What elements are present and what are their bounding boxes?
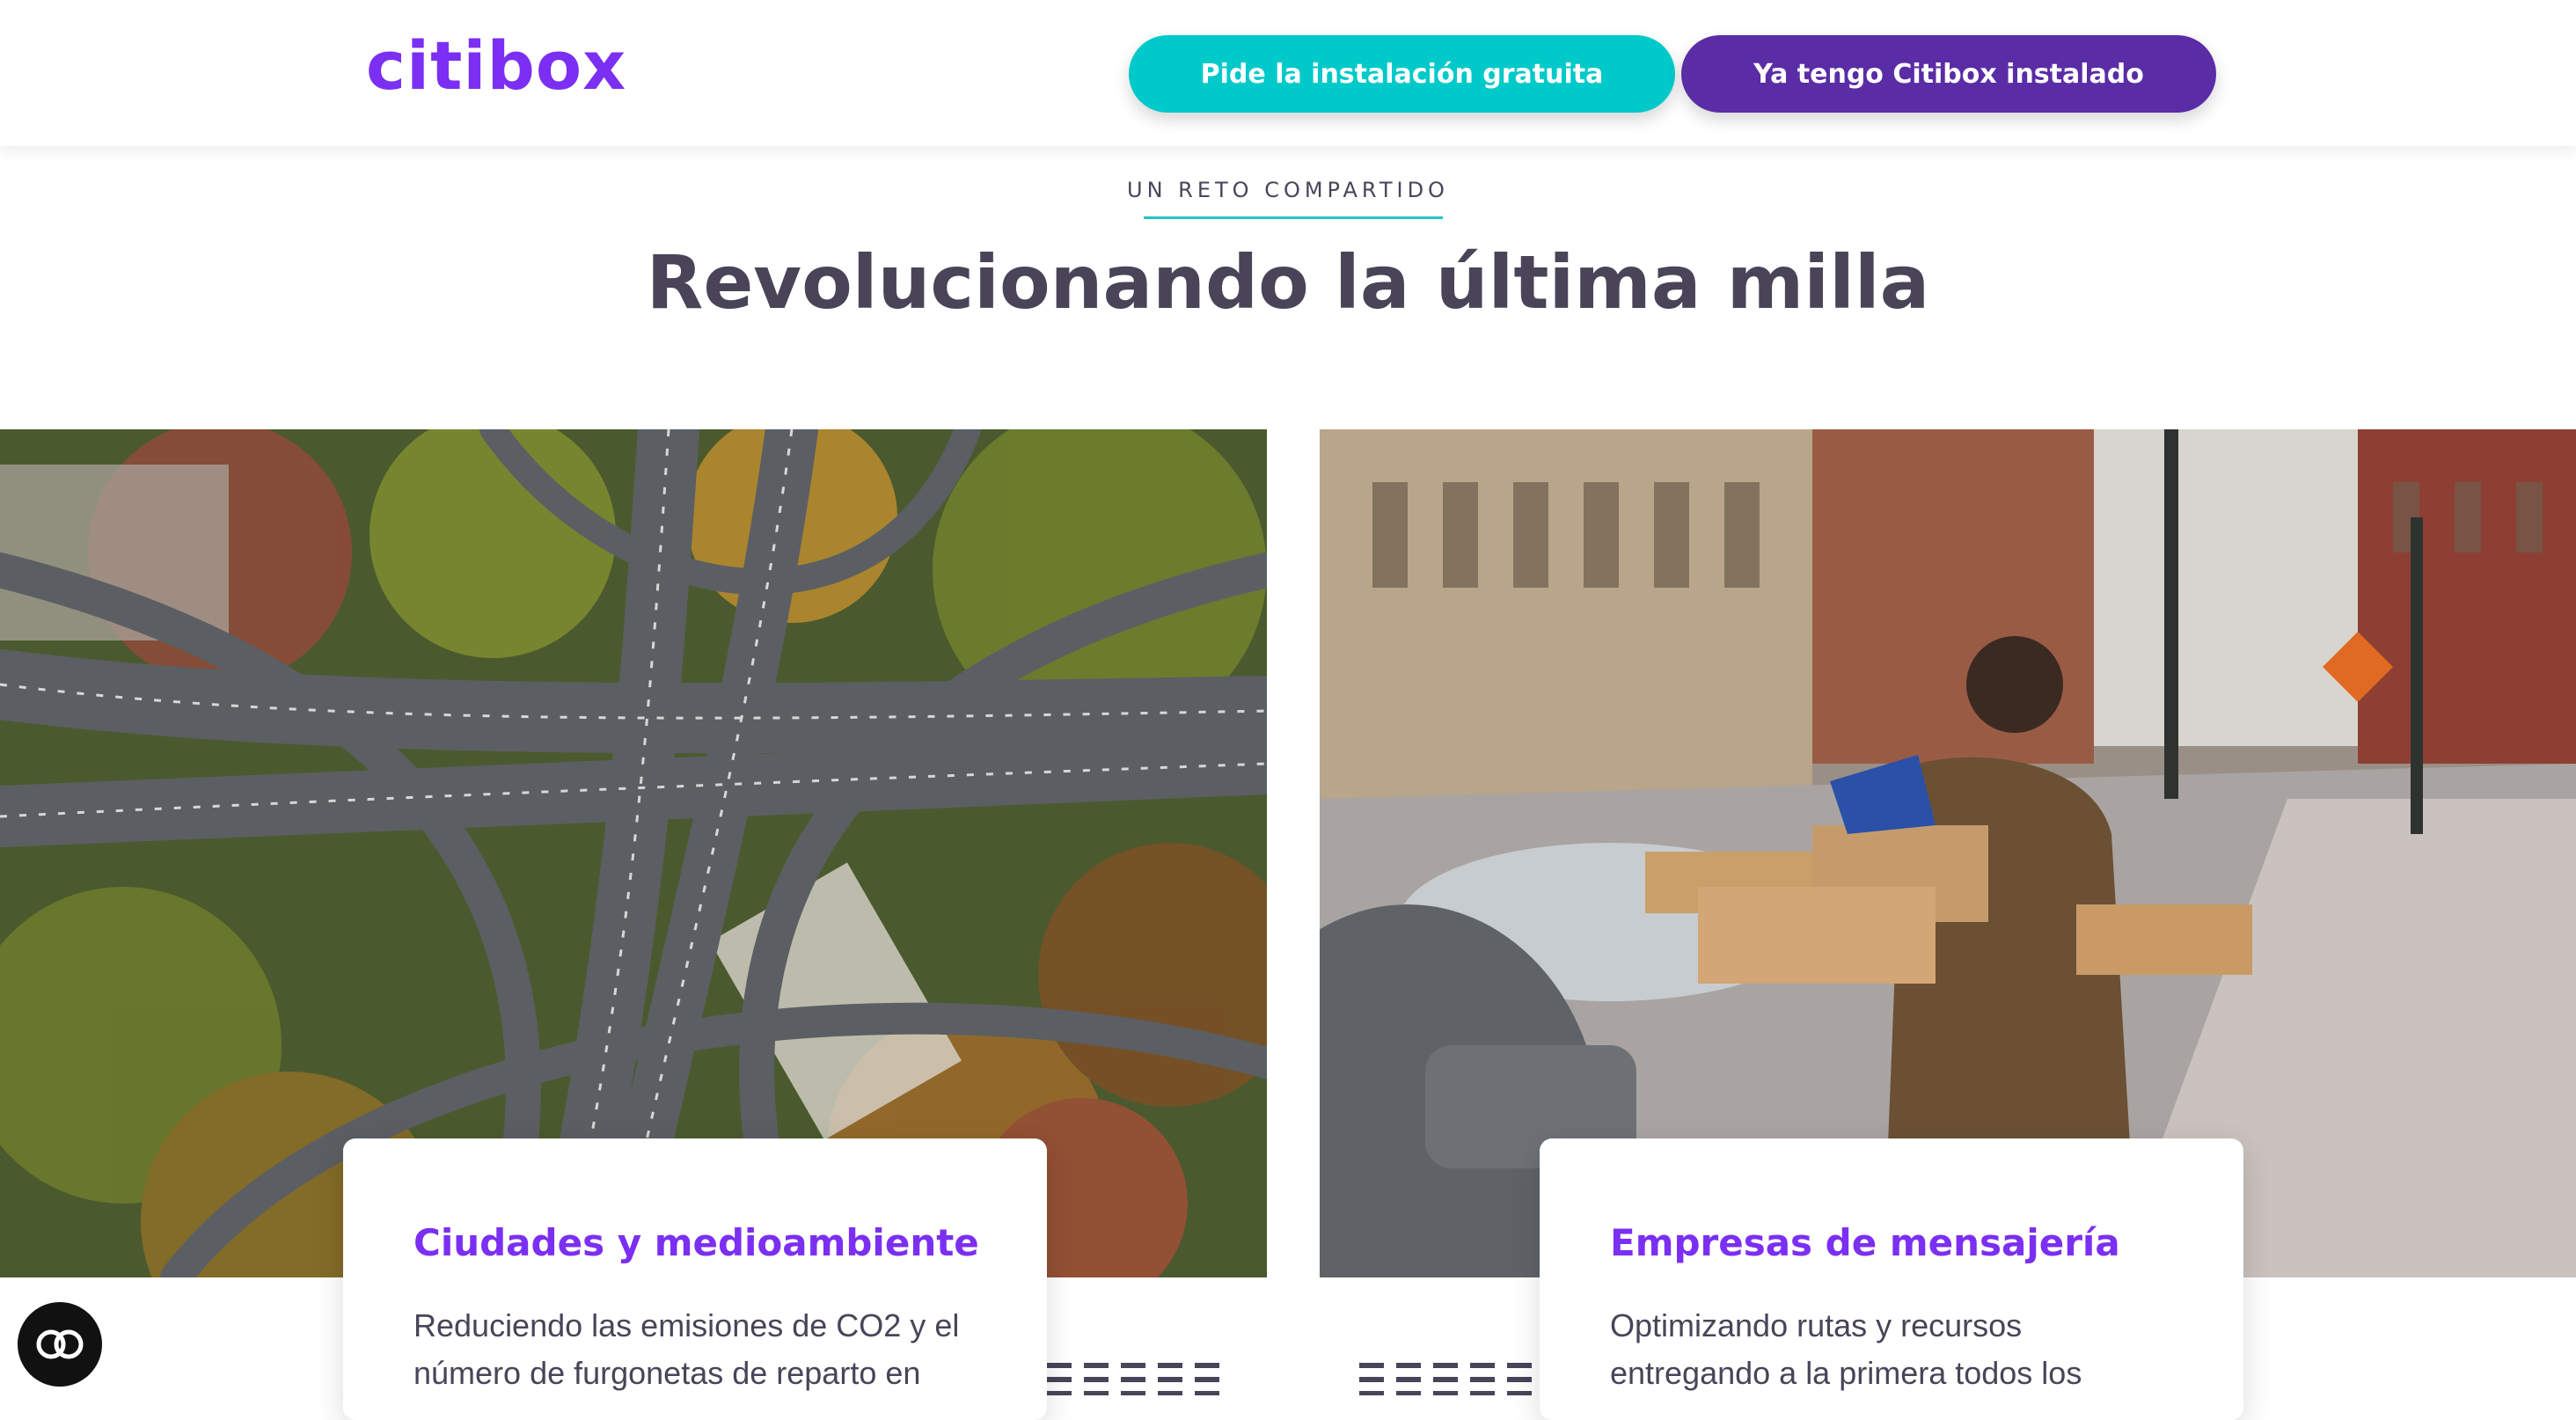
chat-button[interactable] [18, 1302, 102, 1387]
card-title: Ciudades y medioambiente [413, 1221, 979, 1264]
citibox-logo[interactable]: citibox [366, 26, 626, 105]
decorative-dashes [1047, 1362, 1232, 1395]
section-eyebrow: UN RETO COMPARTIDO [1127, 178, 1449, 202]
already-installed-button[interactable]: Ya tengo Citibox instalado [1681, 35, 2216, 113]
decorative-dashes [1359, 1362, 1544, 1395]
card-cities-environment: Ciudades y medioambiente Reduciendo las … [343, 1138, 1047, 1420]
card-courier-companies: Empresas de mensajería Optimizando rutas… [1540, 1138, 2243, 1420]
card-text: Optimizando rutas y recursos entregando … [1610, 1307, 2082, 1391]
eyebrow-underline [1144, 216, 1443, 219]
chat-bubble-icon [36, 1329, 84, 1359]
card-text: Reduciendo las emisiones de CO2 y el núm… [413, 1307, 960, 1391]
site-header: citibox Pide la instalación gratuita Ya … [0, 0, 2576, 146]
request-installation-button[interactable]: Pide la instalación gratuita [1129, 35, 1675, 113]
section-title: Revolucionando la última milla [646, 239, 1930, 326]
card-title: Empresas de mensajería [1610, 1221, 2120, 1264]
